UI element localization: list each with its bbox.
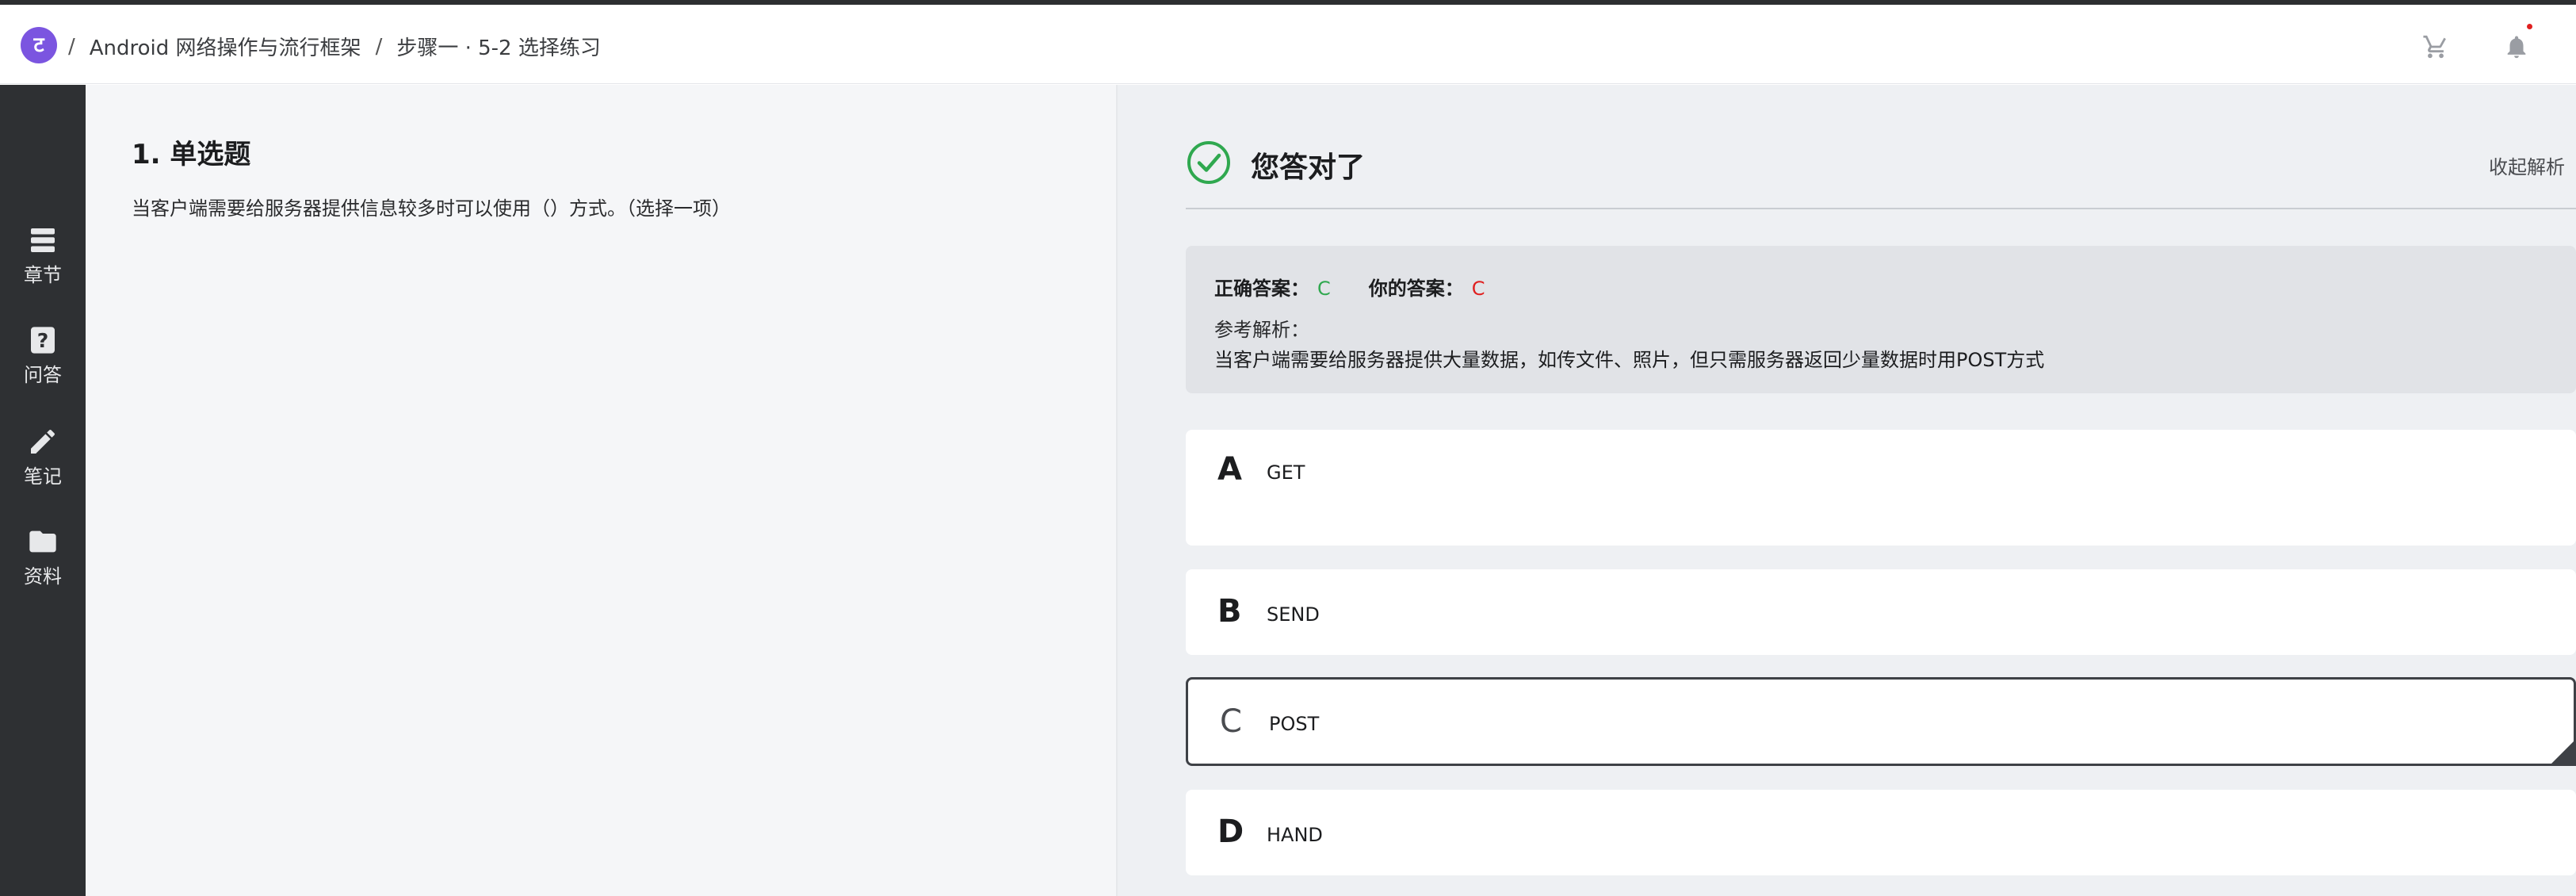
check-circle-icon <box>1187 141 1230 184</box>
folder-icon <box>29 530 56 553</box>
top-header: ट / Android 网络操作与流行框架 / 步骤一 · 5-2 选择练习 <box>0 5 2576 84</box>
breadcrumb-course[interactable]: Android 网络操作与流行框架 <box>90 32 361 61</box>
breadcrumb: / Android 网络操作与流行框架 / 步骤一 · 5-2 选择练习 <box>68 32 601 61</box>
question-icon: ? <box>31 327 55 354</box>
sidebar-item-label: 章节 <box>24 264 62 286</box>
question-text: 当客户端需要给服务器提供信息较多时可以使用（）方式。（选择一项） <box>132 197 731 220</box>
option-text: GET <box>1267 461 1305 484</box>
sidebar-item-notes[interactable]: 笔记 <box>0 426 86 488</box>
left-sidebar: 章节 ? 问答 笔记 资料 <box>0 85 86 896</box>
breadcrumb-sep: / <box>68 34 75 59</box>
correct-answer-label: 正确答案： <box>1214 278 1309 300</box>
reference-text: 当客户端需要给服务器提供大量数据，如传文件、照片，但只需服务器返回少量数据时用P… <box>1214 349 2045 371</box>
question-panel: 1. 单选题 当客户端需要给服务器提供信息较多时可以使用（）方式。（选择一项） <box>86 85 1116 896</box>
option-c-selected[interactable]: C POST <box>1186 677 2576 766</box>
option-d[interactable]: D HAND <box>1186 790 2576 875</box>
sidebar-item-chapters[interactable]: 章节 <box>0 224 86 287</box>
option-text: HAND <box>1267 824 1323 846</box>
logo[interactable]: ट <box>21 27 57 63</box>
breadcrumb-lesson: 步骤一 · 5-2 选择练习 <box>396 36 601 60</box>
question-title: 1. 单选题 <box>132 139 251 170</box>
result-title: 您答对了 <box>1251 151 1366 184</box>
analysis-box: 正确答案： C 你的答案： C 参考解析： 当客户端需要给服务器提供大量数据，如传文件… <box>1186 246 2576 393</box>
your-answer-value: C <box>1471 278 1485 300</box>
correct-answer-value: C <box>1317 278 1331 300</box>
selected-corner-mark <box>2549 739 2576 766</box>
notification-dot <box>2527 24 2532 29</box>
result-divider <box>1186 208 2576 209</box>
pencil-icon <box>31 429 55 454</box>
sidebar-item-qa[interactable]: ? 问答 <box>0 324 86 387</box>
option-letter: C <box>1220 703 1242 740</box>
option-letter: B <box>1217 593 1242 630</box>
sidebar-item-materials[interactable]: 资料 <box>0 526 86 588</box>
sidebar-item-label: 问答 <box>24 364 62 386</box>
reference-label: 参考解析： <box>1214 319 1309 341</box>
option-a[interactable]: A GET <box>1186 430 2576 546</box>
option-letter: A <box>1217 451 1242 488</box>
sidebar-item-label: 笔记 <box>24 465 62 488</box>
collapse-analysis-button[interactable]: 收起解析 <box>2489 151 2565 179</box>
your-answer-label: 你的答案： <box>1368 278 1464 300</box>
sidebar-item-label: 资料 <box>24 565 62 588</box>
option-letter: D <box>1217 814 1244 850</box>
svg-text:?: ? <box>37 329 49 352</box>
option-text: SEND <box>1267 603 1320 626</box>
answer-panel: 您答对了 收起解析 正确答案： C 你的答案： C 参考解析： 当客户端需要给服务器提… <box>1118 85 2576 896</box>
chapters-icon <box>31 228 55 252</box>
bell-icon[interactable] <box>2503 33 2530 60</box>
option-text: POST <box>1269 713 1320 735</box>
breadcrumb-sep: / <box>375 34 383 59</box>
answer-summary: 正确答案： C 你的答案： C <box>1214 273 1485 301</box>
cart-icon[interactable] <box>2422 33 2449 60</box>
logo-glyph: ट <box>33 33 44 57</box>
option-b[interactable]: B SEND <box>1186 569 2576 655</box>
